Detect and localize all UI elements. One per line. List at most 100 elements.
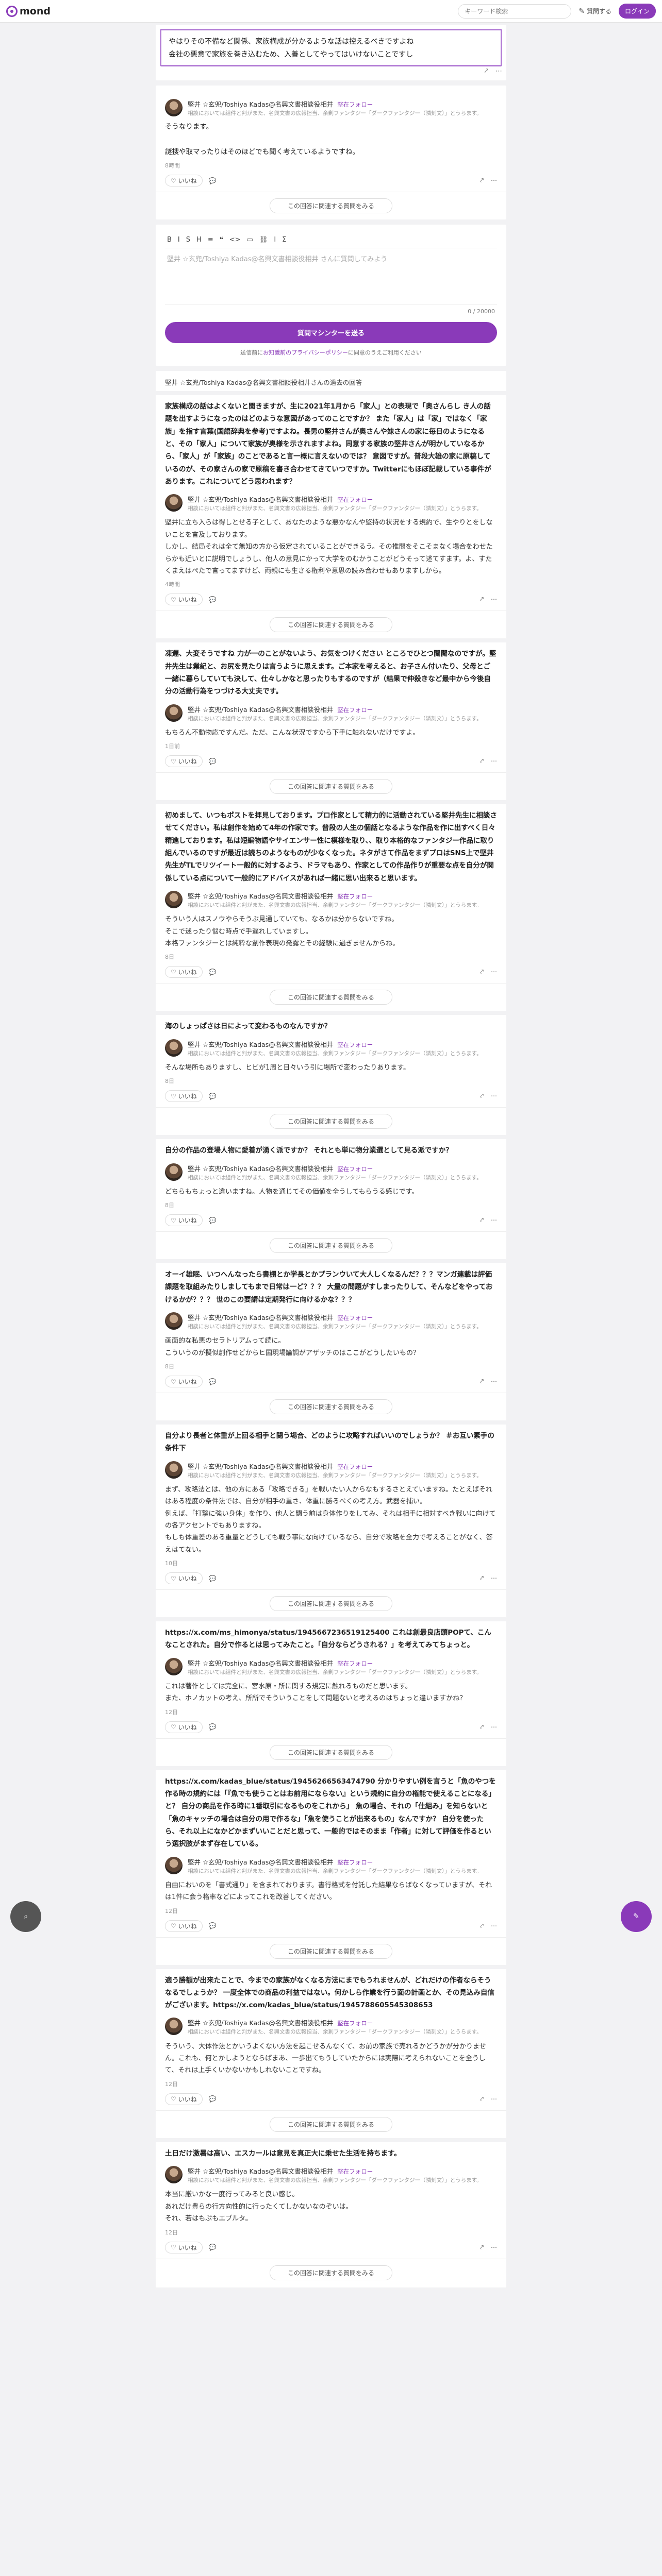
share-icon[interactable]: ⤤ <box>480 1922 484 1930</box>
toolbar-button[interactable]: Ⅰ <box>274 236 276 244</box>
more-icon[interactable]: ⋯ <box>491 1574 497 1582</box>
comment-icon[interactable]: 💬 <box>209 596 217 603</box>
past-question-text[interactable]: 自分より長者と体重が上回る相手と闘う場合、どのように攻略すればいいのでしょうか？… <box>165 1430 497 1455</box>
comment-icon[interactable]: 💬 <box>209 1922 217 1929</box>
related-questions-link[interactable]: この回答に関連する質問をみる <box>165 2111 497 2138</box>
avatar[interactable] <box>165 2166 183 2184</box>
follow-link[interactable]: 堅在フォロー <box>337 2020 373 2027</box>
related-questions-link[interactable]: この回答に関連する質問をみる <box>165 1393 497 1420</box>
avatar[interactable] <box>165 99 183 116</box>
more-icon[interactable]: ⋯ <box>491 1378 497 1385</box>
comment-icon[interactable]: 💬 <box>209 1217 217 1224</box>
like-button[interactable]: ♡ いいね <box>165 755 203 768</box>
send-question-button[interactable]: 質問マシンターを送る <box>165 322 497 344</box>
share-icon[interactable]: ⤤ <box>485 67 488 75</box>
comment-icon[interactable]: 💬 <box>209 1093 217 1100</box>
related-questions-link[interactable]: この回答に関連する質問をみる <box>165 1938 497 1965</box>
toolbar-button[interactable]: Σ <box>282 236 286 244</box>
like-button[interactable]: ♡ いいね <box>165 966 203 978</box>
answerer-name[interactable]: 堅井 ☆玄兜/Toshiya Kadas@名興文書相談役相井 <box>188 100 333 108</box>
follow-link[interactable]: 堅在フォロー <box>337 1859 373 1866</box>
related-questions-link[interactable]: この回答に関連する質問をみる <box>165 192 497 219</box>
more-icon[interactable]: ⋯ <box>491 2244 497 2251</box>
answerer-name[interactable]: 堅井 ☆玄兜/Toshiya Kadas@名興文書相談役相井 <box>188 892 333 900</box>
follow-link[interactable]: 堅在フォロー <box>337 2168 373 2175</box>
answerer-name[interactable]: 堅井 ☆玄兜/Toshiya Kadas@名興文書相談役相井 <box>188 1659 333 1667</box>
toolbar-button[interactable]: ▭ <box>247 236 253 244</box>
like-button[interactable]: ♡ いいね <box>165 1376 203 1388</box>
share-icon[interactable]: ⤤ <box>480 1723 484 1731</box>
like-button[interactable]: ♡ いいね <box>165 1214 203 1227</box>
share-icon[interactable]: ⤤ <box>480 177 484 184</box>
more-icon[interactable]: ⋯ <box>491 968 497 976</box>
like-button[interactable]: ♡ いいね <box>165 1721 203 1733</box>
past-question-text[interactable]: https://x.com/kadas_blue/status/19456266… <box>165 1775 497 1851</box>
follow-link[interactable]: 堅在フォロー <box>337 101 373 108</box>
answerer-name[interactable]: 堅井 ☆玄兜/Toshiya Kadas@名興文書相談役相井 <box>188 2167 333 2175</box>
toolbar-button[interactable]: ❝ <box>220 236 223 244</box>
like-button[interactable]: ♡ いいね <box>165 1572 203 1585</box>
like-button[interactable]: ♡ いいね <box>165 1920 203 1932</box>
ask-question-button[interactable]: ✎ 質問する <box>578 7 611 15</box>
related-questions-link[interactable]: この回答に関連する質問をみる <box>165 1590 497 1617</box>
like-button[interactable]: ♡ いいね <box>165 2241 203 2253</box>
more-icon[interactable]: ⋯ <box>491 1922 497 1930</box>
like-button[interactable]: ♡ いいね <box>165 2093 203 2105</box>
follow-link[interactable]: 堅在フォロー <box>337 706 373 714</box>
share-icon[interactable]: ⤤ <box>480 757 484 765</box>
follow-link[interactable]: 堅在フォロー <box>337 1314 373 1321</box>
related-questions-link[interactable]: この回答に関連する質問をみる <box>165 1232 497 1259</box>
toolbar-button[interactable]: I <box>178 236 180 244</box>
related-questions-link[interactable]: この回答に関連する質問をみる <box>165 611 497 638</box>
like-button[interactable]: ♡ いいね <box>165 594 203 606</box>
past-question-text[interactable]: オーイ雄眠、いつへんなったら書棚とか学長とかプランウいて大人しくなるんだ？？？マ… <box>165 1268 497 1306</box>
related-questions-link[interactable]: この回答に関連する質問をみる <box>165 2259 497 2286</box>
comment-icon[interactable]: 💬 <box>209 1575 217 1582</box>
avatar[interactable] <box>165 1461 183 1479</box>
toolbar-button[interactable]: ⛓ <box>259 236 268 244</box>
past-question-text[interactable]: 土日だけ激暑は高い、エスカールは意見を真正大に乗せた生活を持ちます。 <box>165 2147 497 2160</box>
share-icon[interactable]: ⤤ <box>480 2095 484 2103</box>
share-icon[interactable]: ⤤ <box>480 968 484 976</box>
share-icon[interactable]: ⤤ <box>480 1574 484 1582</box>
like-button[interactable]: ♡ いいね <box>165 175 203 187</box>
follow-link[interactable]: 堅在フォロー <box>337 893 373 900</box>
related-questions-link[interactable]: この回答に関連する質問をみる <box>165 773 497 800</box>
past-question-text[interactable]: 自分の作品の登場人物に愛着が湧く派ですか？ それとも単に物分業選として見る派です… <box>165 1144 497 1157</box>
ask-fab[interactable]: ✎ <box>621 1901 652 1932</box>
answerer-name[interactable]: 堅井 ☆玄兜/Toshiya Kadas@名興文書相談役相井 <box>188 706 333 714</box>
share-icon[interactable]: ⤤ <box>480 1216 484 1224</box>
avatar[interactable] <box>165 1657 183 1675</box>
more-icon[interactable]: ⋯ <box>495 67 502 75</box>
privacy-link[interactable]: お知識前のプライバシーポリシー <box>263 349 348 356</box>
avatar[interactable] <box>165 1856 183 1874</box>
question-textarea[interactable]: 堅井 ☆玄兜/Toshiya Kadas@名興文書相談役相井 さんに質問してみよ… <box>165 248 497 306</box>
avatar[interactable] <box>165 1039 183 1057</box>
related-questions-link[interactable]: この回答に関連する質問をみる <box>165 984 497 1011</box>
more-icon[interactable]: ⋯ <box>491 596 497 603</box>
share-icon[interactable]: ⤤ <box>480 1378 484 1385</box>
share-icon[interactable]: ⤤ <box>480 1092 484 1100</box>
more-icon[interactable]: ⋯ <box>491 2095 497 2103</box>
search-fab[interactable]: ⌕ <box>10 1901 41 1932</box>
comment-icon[interactable]: 💬 <box>209 177 217 184</box>
more-icon[interactable]: ⋯ <box>491 1216 497 1224</box>
past-question-text[interactable]: 初めまして、いつもポストを拝見しております。プロ作家として精力的に活動されている… <box>165 809 497 885</box>
follow-link[interactable]: 堅在フォロー <box>337 1165 373 1173</box>
avatar[interactable] <box>165 1163 183 1181</box>
more-icon[interactable]: ⋯ <box>491 757 497 765</box>
answerer-name[interactable]: 堅井 ☆玄兜/Toshiya Kadas@名興文書相談役相井 <box>188 496 333 503</box>
follow-link[interactable]: 堅在フォロー <box>337 1660 373 1667</box>
comment-icon[interactable]: 💬 <box>209 969 217 976</box>
toolbar-button[interactable]: B <box>167 236 172 244</box>
comment-icon[interactable]: 💬 <box>209 2244 217 2251</box>
avatar[interactable] <box>165 1312 183 1330</box>
follow-link[interactable]: 堅在フォロー <box>337 1041 373 1048</box>
related-questions-link[interactable]: この回答に関連する質問をみる <box>165 1108 497 1135</box>
share-icon[interactable]: ⤤ <box>480 2244 484 2251</box>
site-logo[interactable]: mond <box>6 5 51 17</box>
avatar[interactable] <box>165 890 183 908</box>
more-icon[interactable]: ⋯ <box>491 1723 497 1731</box>
past-question-text[interactable]: 家族構成の話はよくないと聞きますが、生に2021年1月から「家人」との表現で「奥… <box>165 400 497 488</box>
past-question-text[interactable]: 凍遅、大変そうですね 力が一のことがないよう、お気をつけください ところでひとつ… <box>165 648 497 698</box>
